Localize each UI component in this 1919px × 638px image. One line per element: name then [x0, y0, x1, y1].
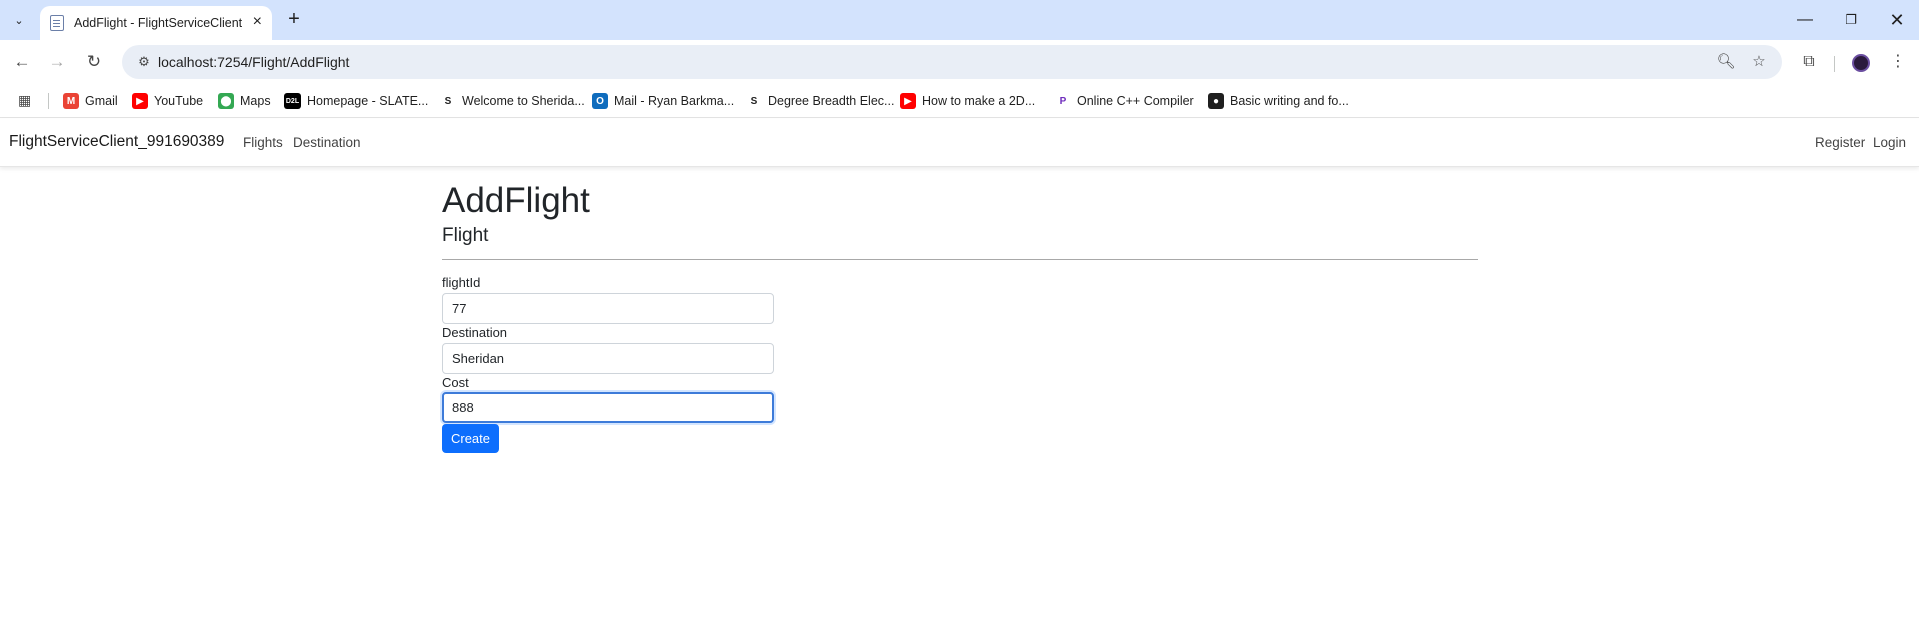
active-tab[interactable]: AddFlight - FlightServiceClient_ ×	[40, 6, 272, 40]
nav-link-destination[interactable]: Destination	[293, 135, 361, 150]
bookmark-label: How to make a 2D...	[922, 94, 1036, 108]
bookmark-label: YouTube	[154, 94, 204, 108]
tab-title: AddFlight - FlightServiceClient_	[74, 16, 242, 30]
browser-toolbar: ← → ↻ ⚙ localhost:7254/Flight/AddFlight …	[0, 40, 1919, 84]
restore-icon[interactable]: ❐	[1836, 8, 1866, 32]
nav-link-register[interactable]: Register	[1815, 135, 1865, 150]
url-text[interactable]: localhost:7254/Flight/AddFlight	[158, 54, 349, 70]
bookmarks-bar: ▦ M Gmail ▶ YouTube ⬤ Maps D2L Homepage - SLATE…	[0, 84, 1919, 118]
youtube-icon: ▶	[900, 93, 916, 109]
address-bar[interactable]: ⚙ localhost:7254/Flight/AddFlight 🔍︎ ☆	[122, 45, 1782, 79]
minimize-icon[interactable]: —	[1790, 8, 1820, 32]
bookmark-item[interactable]: ⬤ Maps	[218, 91, 271, 111]
tab-close-icon[interactable]: ×	[253, 14, 262, 30]
bookmark-item[interactable]: S Degree Breadth Elec...	[746, 91, 894, 111]
divider	[442, 259, 1478, 260]
destination-label: Destination	[442, 325, 508, 340]
sheridan-icon: S	[746, 93, 762, 109]
maps-icon: ⬤	[218, 93, 234, 109]
bookmarks-divider	[48, 93, 49, 109]
nav-link-login[interactable]: Login	[1873, 135, 1906, 150]
bookmark-label: Homepage - SLATE...	[307, 94, 429, 108]
bookmark-item[interactable]: ▶ YouTube	[132, 91, 203, 111]
cost-input[interactable]: 888	[442, 392, 774, 423]
d2l-icon: D2L	[284, 93, 301, 109]
window-close-icon[interactable]: ✕	[1882, 8, 1912, 32]
bookmark-item[interactable]: M Gmail	[63, 91, 118, 111]
bookmark-item[interactable]: D2L Homepage - SLATE...	[284, 91, 428, 111]
site-brand-link[interactable]: FlightServiceClient_991690389	[9, 133, 224, 151]
github-icon: ●	[1208, 93, 1224, 109]
bookmark-item[interactable]: O Mail - Ryan Barkma...	[592, 91, 734, 111]
apps-grid-icon[interactable]: ▦	[18, 92, 34, 108]
site-info-icon[interactable]: ⚙	[134, 52, 154, 72]
bookmark-item[interactable]: S Welcome to Sherida...	[440, 91, 585, 111]
new-tab-plus-icon[interactable]: +	[282, 8, 306, 32]
zoom-icon[interactable]: 🔍︎	[1716, 52, 1736, 72]
page-favicon-icon	[50, 15, 64, 31]
sheridan-icon: S	[440, 93, 456, 109]
site-navbar: FlightServiceClient_991690389 Flights De…	[0, 119, 1919, 167]
outlook-icon: O	[592, 93, 608, 109]
destination-input[interactable]: Sheridan	[442, 343, 774, 374]
page-title: AddFlight	[442, 181, 590, 220]
extensions-puzzle-icon[interactable]: ⧉	[1797, 50, 1821, 74]
flightid-input[interactable]: 77	[442, 293, 774, 324]
toolbar-divider	[1834, 56, 1835, 72]
menu-kebab-icon[interactable]: ⋮	[1886, 50, 1910, 74]
tab-search-chevron-icon[interactable]: ⌄	[6, 8, 32, 32]
tab-strip: ⌄ AddFlight - FlightServiceClient_ × + —…	[0, 0, 1919, 40]
bookmark-label: Gmail	[85, 94, 118, 108]
back-arrow-icon[interactable]: ←	[10, 50, 34, 74]
form-subtitle: Flight	[442, 225, 489, 246]
gmail-icon: M	[63, 93, 79, 109]
profile-avatar[interactable]	[1852, 54, 1870, 72]
bookmark-label: Online C++ Compiler	[1077, 94, 1194, 108]
forward-arrow-icon[interactable]: →	[45, 50, 69, 74]
reload-icon[interactable]: ↻	[82, 50, 106, 74]
bookmark-star-icon[interactable]: ☆	[1749, 52, 1769, 72]
create-button[interactable]: Create	[442, 424, 499, 453]
flightid-label: flightId	[442, 275, 481, 290]
bookmark-label: Basic writing and fo...	[1230, 94, 1349, 108]
youtube-icon: ▶	[132, 93, 148, 109]
bookmark-label: Maps	[240, 94, 271, 108]
onlinegdb-icon: P	[1055, 93, 1071, 109]
bookmark-label: Welcome to Sherida...	[462, 94, 585, 108]
bookmark-item[interactable]: ● Basic writing and fo...	[1208, 91, 1349, 111]
nav-link-flights[interactable]: Flights	[243, 135, 283, 150]
bookmark-label: Degree Breadth Elec...	[768, 94, 895, 108]
bookmark-label: Mail - Ryan Barkma...	[614, 94, 735, 108]
bookmark-item[interactable]: ▶ How to make a 2D...	[900, 91, 1035, 111]
cost-label: Cost	[442, 375, 469, 390]
bookmark-item[interactable]: P Online C++ Compiler	[1055, 91, 1194, 111]
